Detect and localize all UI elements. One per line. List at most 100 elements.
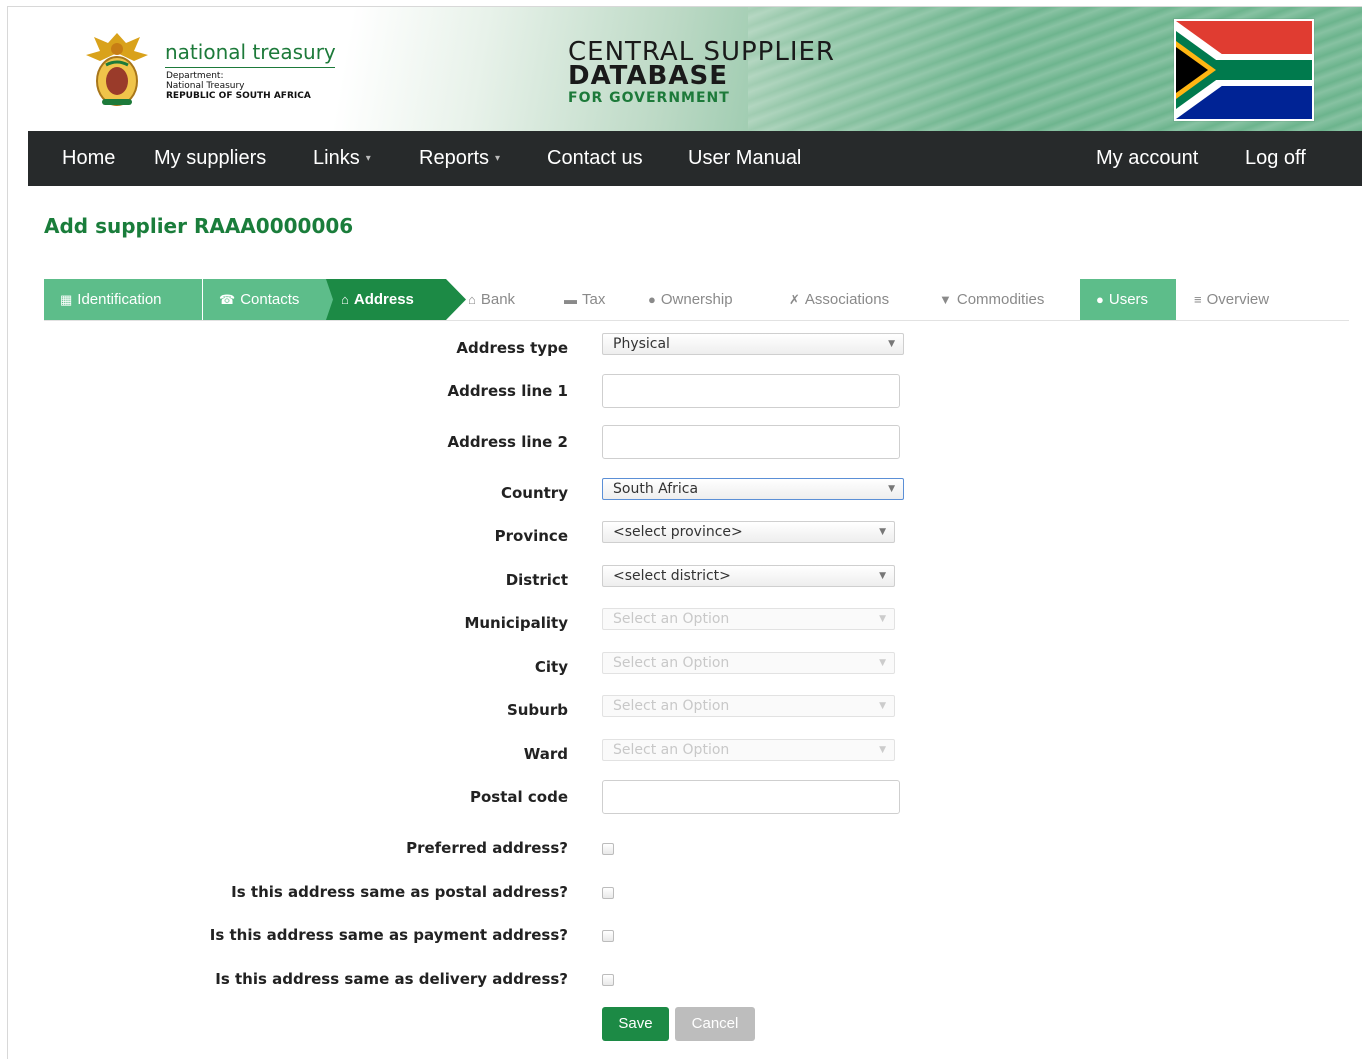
tab-bank[interactable]: ⌂ Bank xyxy=(468,279,515,320)
nav-user-manual[interactable]: User Manual xyxy=(688,131,801,186)
tab-ownership[interactable]: ● Ownership xyxy=(648,279,733,320)
preferred-address-checkbox[interactable] xyxy=(602,843,614,855)
tab-address[interactable]: ⌂ Address xyxy=(341,279,461,320)
csd-line-2: DATABASE xyxy=(568,61,728,91)
tab-users[interactable]: ● Users xyxy=(1080,279,1176,320)
caret-down-icon: ▾ xyxy=(365,153,371,165)
country-value: South Africa xyxy=(613,481,699,497)
ward-value: Select an Option xyxy=(613,742,730,758)
nav-my-suppliers[interactable]: My suppliers xyxy=(154,131,266,186)
nav-log-off[interactable]: Log off xyxy=(1245,131,1306,186)
tab-overview[interactable]: ≡ Overview xyxy=(1194,279,1269,320)
same-payment-label: Is this address same as payment address? xyxy=(209,926,568,944)
tab-identification[interactable]: ▦ Identification xyxy=(44,279,202,320)
save-button[interactable]: Save xyxy=(602,1007,669,1041)
nav-contact-us[interactable]: Contact us xyxy=(547,131,643,186)
country-label: Country xyxy=(500,484,568,502)
same-delivery-checkbox[interactable] xyxy=(602,974,614,986)
tab-label: Identification xyxy=(77,291,162,308)
south-africa-flag-icon xyxy=(1174,19,1314,121)
chevron-down-icon: ▼ xyxy=(879,745,886,755)
org-sub-line: National Treasury xyxy=(166,81,245,91)
same-postal-checkbox[interactable] xyxy=(602,887,614,899)
district-select[interactable]: <select district> ▼ xyxy=(602,565,895,587)
nav-reports[interactable]: Reports ▾ xyxy=(419,131,500,186)
org-divider xyxy=(165,67,335,68)
ward-label: Ward xyxy=(523,745,568,763)
csd-title: CENTRAL SUPPLIER DATABASE FOR GOVERNMENT xyxy=(568,39,835,109)
address-type-label: Address type xyxy=(456,339,568,357)
address-type-select[interactable]: Physical ▼ xyxy=(602,333,904,355)
user-icon: ● xyxy=(1096,292,1104,307)
main-nav: Home My suppliers Links ▾ Reports ▾ Contac… xyxy=(28,131,1362,186)
tab-associations[interactable]: ✗ Associations xyxy=(789,279,889,320)
district-label: District xyxy=(505,571,568,589)
municipality-value: Select an Option xyxy=(613,611,730,627)
page-title: Add supplier RAAA0000006 xyxy=(44,214,354,238)
same-payment-checkbox[interactable] xyxy=(602,930,614,942)
cart-icon: ▼ xyxy=(939,292,952,307)
address-line-1-label: Address line 1 xyxy=(447,382,568,400)
wizard-steps: ▦ Identification ☎ Contacts ⌂ Address ⌂ Bank… xyxy=(44,279,1349,321)
nav-reports-label: Reports xyxy=(419,147,490,169)
chevron-down-icon: ▼ xyxy=(879,701,886,711)
municipality-label: Municipality xyxy=(464,614,568,632)
country-select[interactable]: South Africa ▼ xyxy=(602,478,904,500)
nav-home[interactable]: Home xyxy=(62,131,115,186)
city-label: City xyxy=(534,658,568,676)
suburb-select[interactable]: Select an Option ▼ xyxy=(602,695,895,717)
tab-label: Address xyxy=(353,291,414,308)
briefcase-icon: ▦ xyxy=(60,292,73,307)
chevron-down-icon: ▼ xyxy=(879,527,886,537)
address-line-2-label: Address line 2 xyxy=(447,433,568,451)
cancel-button[interactable]: Cancel xyxy=(675,1007,755,1041)
nav-links-label: Links xyxy=(313,147,360,169)
chevron-down-icon: ▼ xyxy=(888,339,895,349)
home-icon: ⌂ xyxy=(341,292,349,307)
same-delivery-label: Is this address same as delivery address… xyxy=(215,970,568,988)
chevron-down-icon: ▼ xyxy=(879,614,886,624)
province-select[interactable]: <select province> ▼ xyxy=(602,521,895,543)
district-value: <select district> xyxy=(613,568,731,584)
phone-icon: ☎ xyxy=(219,292,236,307)
folder-icon: ▬ xyxy=(564,292,577,307)
tab-label: Ownership xyxy=(660,291,733,308)
city-select[interactable]: Select an Option ▼ xyxy=(602,652,895,674)
chevron-down-icon: ▼ xyxy=(879,571,886,581)
province-value: <select province> xyxy=(613,524,743,540)
suburb-value: Select an Option xyxy=(613,698,730,714)
preferred-address-label: Preferred address? xyxy=(406,839,568,857)
ward-select[interactable]: Select an Option ▼ xyxy=(602,739,895,761)
tab-commodities[interactable]: ▼ Commodities xyxy=(939,279,1044,320)
tab-label: Tax xyxy=(582,291,606,308)
chevron-down-icon: ▼ xyxy=(879,658,886,668)
list-icon: ≡ xyxy=(1194,292,1202,307)
csd-line-3: FOR GOVERNMENT xyxy=(568,90,730,106)
org-subtitle: Department: National Treasury REPUBLIC O… xyxy=(166,71,311,101)
nav-links[interactable]: Links ▾ xyxy=(313,131,371,186)
suburb-label: Suburb xyxy=(506,701,568,719)
org-sub-line: REPUBLIC OF SOUTH AFRICA xyxy=(166,91,311,101)
same-postal-label: Is this address same as postal address? xyxy=(231,883,568,901)
link-icon: ✗ xyxy=(789,292,800,307)
org-sub-line: Department: xyxy=(166,71,224,81)
address-line-2-input[interactable] xyxy=(602,425,900,459)
tab-label: Associations xyxy=(804,291,890,308)
caret-down-icon: ▾ xyxy=(495,153,501,165)
municipality-select[interactable]: Select an Option ▼ xyxy=(602,608,895,630)
address-line-1-input[interactable] xyxy=(602,374,900,408)
city-value: Select an Option xyxy=(613,655,730,671)
province-label: Province xyxy=(494,527,568,545)
site-header: national treasury Department: National T… xyxy=(28,7,1362,131)
chevron-down-icon: ▼ xyxy=(888,484,895,494)
tab-label: Commodities xyxy=(956,291,1045,308)
nav-my-account[interactable]: My account xyxy=(1096,131,1198,186)
coat-of-arms-icon xyxy=(86,33,148,106)
postal-code-label: Postal code xyxy=(470,788,568,806)
tab-label: Contacts xyxy=(240,291,300,308)
user-icon: ● xyxy=(648,292,656,307)
tab-label: Users xyxy=(1108,291,1149,308)
tab-tax[interactable]: ▬ Tax xyxy=(564,279,605,320)
tab-label: Overview xyxy=(1206,291,1270,308)
postal-code-input[interactable] xyxy=(602,780,900,814)
